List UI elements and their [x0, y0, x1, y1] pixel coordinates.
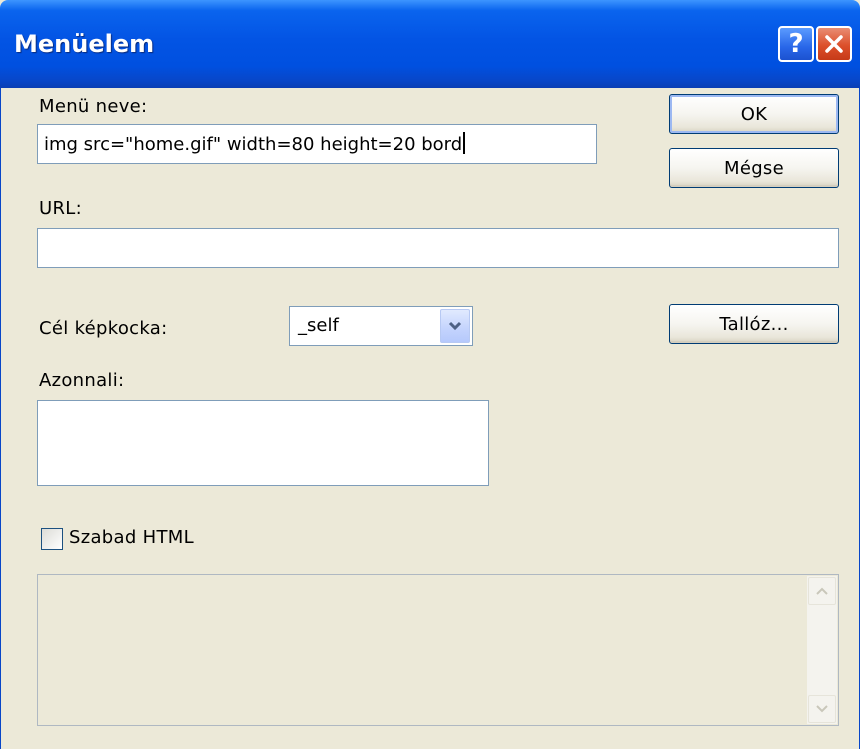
menu-name-input[interactable]: img src="home.gif" width=80 height=20 bo… [37, 124, 597, 164]
url-label: URL: [39, 198, 82, 219]
help-button[interactable]: ? [778, 26, 814, 62]
question-mark-icon: ? [788, 29, 804, 59]
title-bar: Menüelem ? [0, 0, 860, 88]
ok-button[interactable]: OK [669, 94, 839, 134]
scroll-up-arrow-icon [816, 587, 828, 595]
menu-name-label: Menü neve: [39, 96, 148, 117]
window-title: Menüelem [14, 30, 155, 58]
dialog-body: Menü neve: img src="home.gif" width=80 h… [0, 88, 860, 749]
chevron-down-icon [448, 321, 462, 331]
text-caret [463, 132, 466, 154]
immediate-label: Azonnali: [39, 370, 125, 391]
dropdown-arrow-button[interactable] [440, 309, 470, 343]
vertical-scrollbar [807, 576, 837, 724]
close-button[interactable] [816, 26, 852, 62]
scroll-down-button [808, 695, 836, 723]
close-x-icon [825, 35, 843, 53]
target-frame-value: _self [298, 315, 339, 336]
scroll-down-arrow-icon [816, 705, 828, 713]
free-html-label[interactable]: Szabad HTML [69, 527, 194, 548]
immediate-textarea[interactable] [37, 400, 489, 486]
scroll-up-button [808, 577, 836, 605]
browse-button[interactable]: Tallóz... [669, 304, 839, 344]
menu-name-value: img src="home.gif" width=80 height=20 bo… [44, 132, 466, 155]
free-html-textarea [37, 574, 839, 726]
target-frame-label: Cél képkocka: [39, 318, 168, 339]
url-input[interactable] [37, 228, 839, 268]
cancel-button[interactable]: Mégse [669, 148, 839, 188]
target-frame-select[interactable]: _self [289, 306, 473, 346]
free-html-checkbox[interactable] [41, 528, 63, 550]
